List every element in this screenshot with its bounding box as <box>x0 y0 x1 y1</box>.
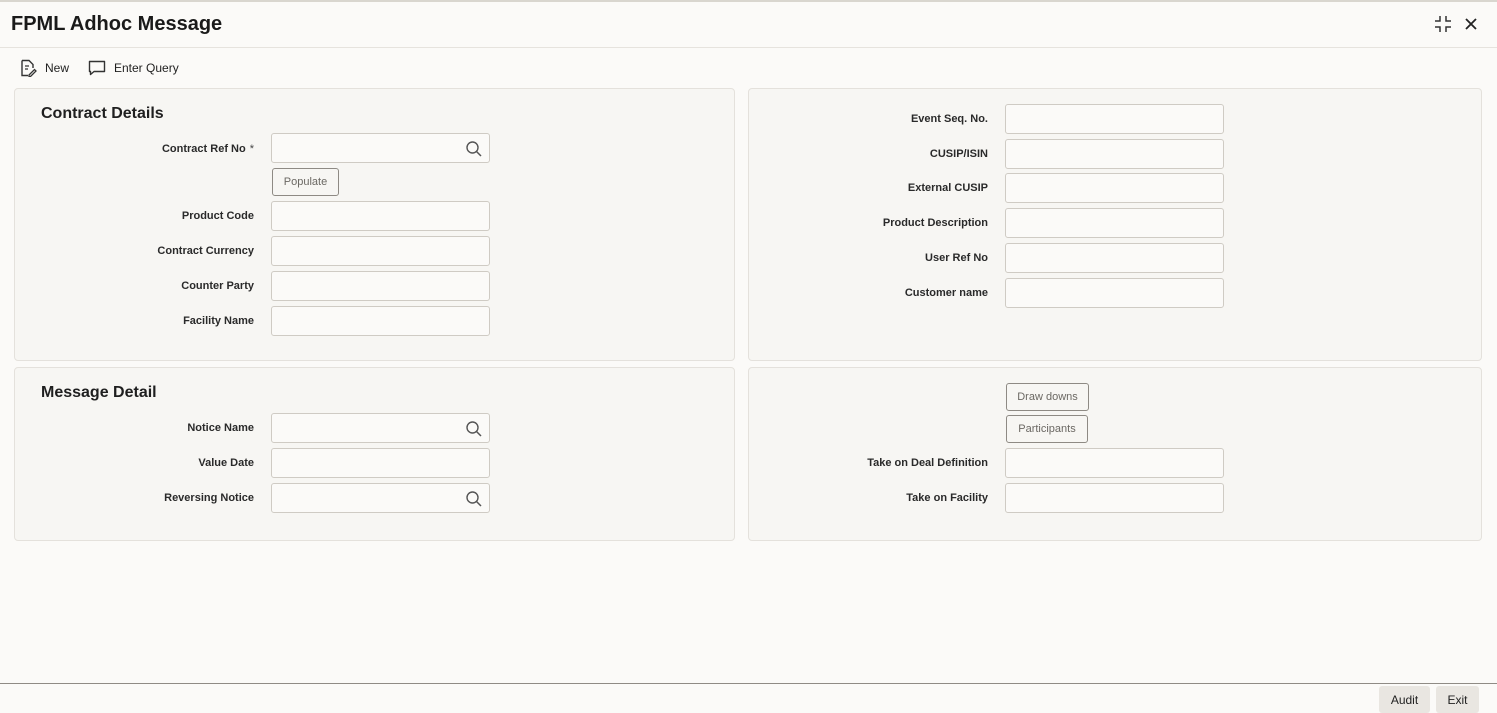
message-detail-title: Message Detail <box>41 384 157 401</box>
take-on-facility-field[interactable] <box>1005 483 1224 513</box>
search-icon[interactable] <box>465 490 483 508</box>
take-on-facility-label: Take on Facility <box>906 492 988 504</box>
cusip-isin-label: CUSIP/ISIN <box>929 148 988 160</box>
contract-currency-input[interactable] <box>272 237 489 265</box>
product-description-field[interactable] <box>1005 208 1224 238</box>
cusip-isin-field[interactable] <box>1005 139 1224 169</box>
collapse-arrows-icon[interactable] <box>1433 14 1453 34</box>
notice-name-input[interactable] <box>272 414 489 442</box>
customer-name-input[interactable] <box>1006 279 1223 307</box>
reversing-notice-label: Reversing Notice <box>164 492 254 504</box>
customer-name-field[interactable] <box>1005 278 1224 308</box>
take-on-deal-definition-field[interactable] <box>1005 448 1224 478</box>
event-seq-no-input[interactable] <box>1006 105 1223 133</box>
event-seq-no-field[interactable] <box>1005 104 1224 134</box>
facility-name-field[interactable] <box>271 306 490 336</box>
facility-name-input[interactable] <box>272 307 489 335</box>
speech-bubble-icon <box>88 60 106 76</box>
counter-party-field[interactable] <box>271 271 490 301</box>
counter-party-label: Counter Party <box>181 280 254 292</box>
populate-button[interactable]: Populate <box>272 168 339 196</box>
enter-query-button[interactable]: Enter Query <box>88 58 179 78</box>
take-on-deal-definition-label: Take on Deal Definition <box>867 457 988 469</box>
facility-name-label: Facility Name <box>183 315 254 327</box>
external-cusip-field[interactable] <box>1005 173 1224 203</box>
new-label: New <box>45 61 70 75</box>
product-code-field[interactable] <box>271 201 490 231</box>
page-title: FPML Adhoc Message <box>11 13 223 35</box>
enter-query-label: Enter Query <box>114 61 179 75</box>
search-icon[interactable] <box>465 420 483 438</box>
reversing-notice-input[interactable] <box>272 484 489 512</box>
new-document-icon <box>21 59 37 77</box>
product-code-input[interactable] <box>272 202 489 230</box>
header-divider <box>0 47 1497 48</box>
close-icon[interactable] <box>1461 14 1481 34</box>
contract-currency-field[interactable] <box>271 236 490 266</box>
value-date-field[interactable] <box>271 448 490 478</box>
contract-currency-label: Contract Currency <box>157 245 254 257</box>
external-cusip-input[interactable] <box>1006 174 1223 202</box>
required-marker: * <box>249 143 254 155</box>
participants-button[interactable]: Participants <box>1006 415 1088 443</box>
notice-name-field[interactable] <box>271 413 490 443</box>
customer-name-label: Customer name <box>904 287 988 299</box>
contract-ref-no-label: Contract Ref No * <box>161 143 254 155</box>
user-ref-no-label: User Ref No <box>925 252 988 264</box>
value-date-label: Value Date <box>198 457 254 469</box>
counter-party-input[interactable] <box>272 272 489 300</box>
take-on-facility-input[interactable] <box>1006 484 1223 512</box>
exit-button[interactable]: Exit <box>1436 686 1479 713</box>
new-button[interactable]: New <box>19 58 69 78</box>
contract-ref-no-field[interactable] <box>271 133 490 163</box>
contract-details-title: Contract Details <box>41 105 164 122</box>
event-seq-no-label: Event Seq. No. <box>910 113 988 125</box>
value-date-input[interactable] <box>272 449 489 477</box>
external-cusip-label: External CUSIP <box>907 182 988 194</box>
audit-button[interactable]: Audit <box>1379 686 1430 713</box>
footer-divider <box>0 683 1497 684</box>
search-icon[interactable] <box>465 140 483 158</box>
notice-name-label: Notice Name <box>187 422 254 434</box>
cusip-isin-input[interactable] <box>1006 140 1223 168</box>
reversing-notice-field[interactable] <box>271 483 490 513</box>
user-ref-no-input[interactable] <box>1006 244 1223 272</box>
product-code-label: Product Code <box>181 210 254 222</box>
product-description-input[interactable] <box>1006 209 1223 237</box>
top-border <box>0 0 1497 2</box>
draw-downs-button[interactable]: Draw downs <box>1006 383 1089 411</box>
product-description-label: Product Description <box>882 217 988 229</box>
user-ref-no-field[interactable] <box>1005 243 1224 273</box>
take-on-deal-definition-input[interactable] <box>1006 449 1223 477</box>
contract-ref-no-input[interactable] <box>272 134 489 162</box>
